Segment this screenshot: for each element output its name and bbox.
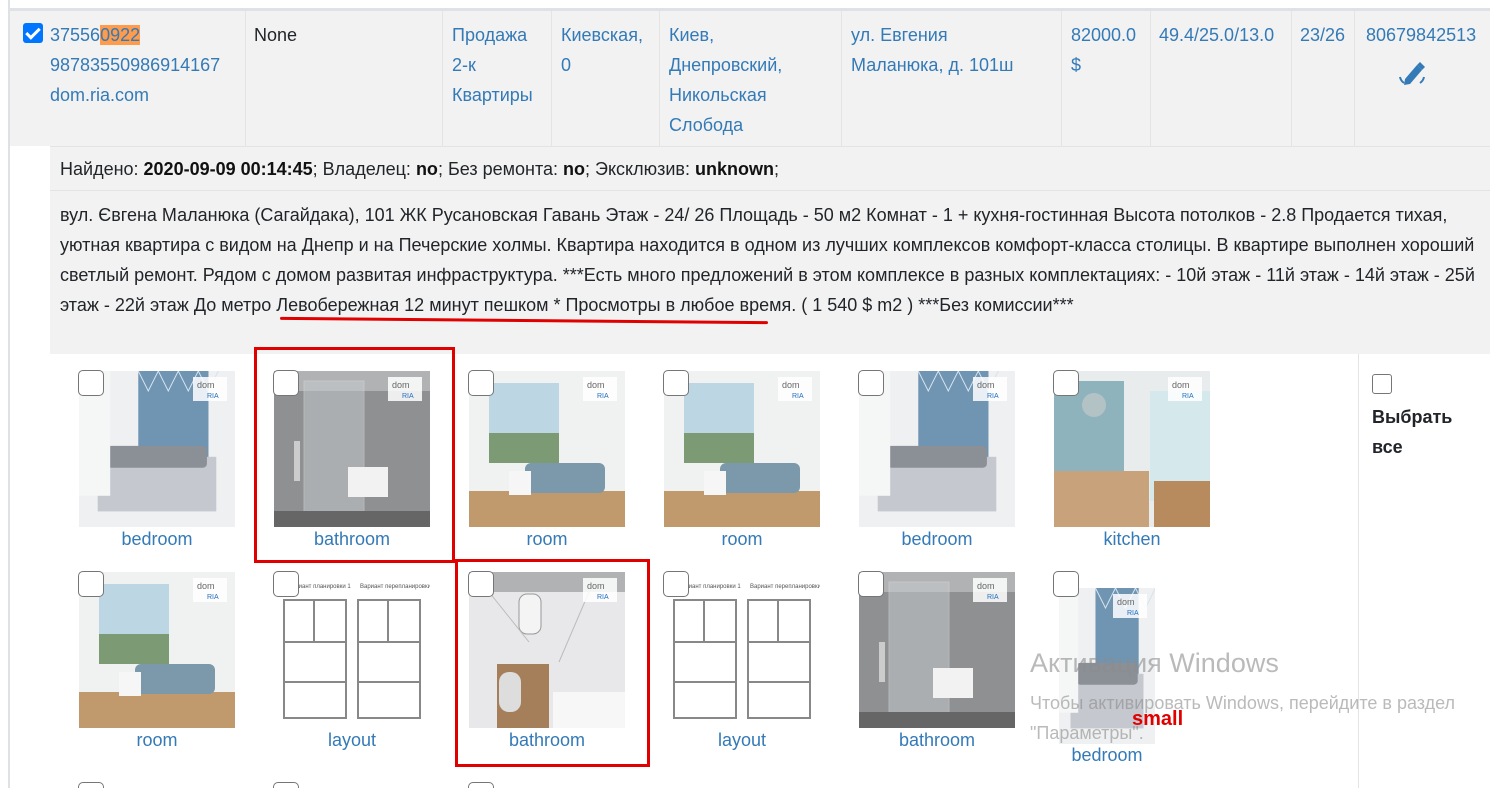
photo-caption[interactable]: room bbox=[79, 730, 235, 751]
listing-none-cell: None bbox=[246, 11, 443, 146]
floor-cell: 23/26 bbox=[1292, 11, 1355, 146]
svg-text:dom: dom bbox=[197, 380, 215, 390]
photo-checkbox[interactable] bbox=[663, 370, 689, 396]
windows-activation-text: Чтобы активировать Windows, перейдите в … bbox=[1030, 693, 1456, 743]
exclusive-value: unknown bbox=[695, 159, 774, 179]
exclusive-label: ; Эксклюзив: bbox=[585, 159, 695, 179]
listing-row: 375560922 98783550986914167 dom.ria.com … bbox=[10, 11, 1490, 146]
street-line-2[interactable]: Маланюка, д. 101ш bbox=[851, 50, 1061, 80]
photo-checkbox[interactable] bbox=[858, 370, 884, 396]
photo-caption[interactable]: bedroom bbox=[859, 529, 1015, 550]
photo-caption[interactable]: room bbox=[664, 529, 820, 550]
photo-checkbox-next-row[interactable] bbox=[273, 782, 299, 788]
photo-caption[interactable]: layout bbox=[664, 730, 820, 751]
listing-id-prefix[interactable]: 37556 bbox=[50, 25, 100, 45]
photo-checkbox[interactable] bbox=[1053, 571, 1079, 597]
renovation-label: ; Без ремонта: bbox=[437, 159, 564, 179]
city-line-3[interactable]: Никольская bbox=[669, 80, 841, 110]
photo-checkbox-next-row[interactable] bbox=[78, 782, 104, 788]
street-cell: ул. Евгения Маланюка, д. 101ш bbox=[842, 11, 1062, 146]
svg-text:RIA: RIA bbox=[987, 393, 999, 400]
svg-text:RIA: RIA bbox=[597, 393, 609, 400]
street-line-1[interactable]: ул. Евгения bbox=[851, 20, 1061, 50]
svg-text:dom: dom bbox=[782, 380, 800, 390]
svg-text:dom: dom bbox=[587, 380, 605, 390]
photo-caption[interactable]: kitchen bbox=[1054, 529, 1210, 550]
photo-checkbox[interactable] bbox=[273, 571, 299, 597]
area-cell: 49.4/25.0/13.0 bbox=[1151, 11, 1292, 146]
small-red-label: small bbox=[1132, 708, 1184, 730]
city-line-1[interactable]: Киев, bbox=[669, 20, 841, 50]
listing-id-cell: 375560922 98783550986914167 dom.ria.com bbox=[50, 11, 246, 146]
photo-checkbox[interactable] bbox=[78, 370, 104, 396]
svg-text:Вариант перепланировки 2: Вариант перепланировки 2 bbox=[360, 584, 430, 590]
photo-checkbox[interactable] bbox=[78, 571, 104, 597]
svg-text:RIA: RIA bbox=[792, 393, 804, 400]
svg-text:dom: dom bbox=[1172, 380, 1190, 390]
found-end: ; bbox=[774, 159, 780, 179]
photo-checkbox[interactable] bbox=[858, 571, 884, 597]
found-label: Найдено: bbox=[60, 159, 144, 179]
photo-checkbox[interactable] bbox=[1053, 370, 1079, 396]
photo-caption[interactable]: bedroom bbox=[79, 529, 235, 550]
listing-id-highlight[interactable]: 0922 bbox=[100, 25, 141, 45]
photo-caption[interactable]: bedroom bbox=[1054, 745, 1160, 766]
photo-checkbox[interactable] bbox=[468, 370, 494, 396]
city-cell: Киев, Днепровский, Никольская Слобода bbox=[660, 11, 842, 146]
photo-caption[interactable]: room bbox=[469, 529, 625, 550]
listing-checkbox[interactable] bbox=[23, 23, 43, 43]
select-all-line-1: Выбрать bbox=[1372, 407, 1453, 427]
renovation-value: no bbox=[563, 159, 586, 179]
svg-text:RIA: RIA bbox=[987, 594, 999, 601]
city-line-4[interactable]: Слобода bbox=[669, 110, 841, 140]
edit-pencil-icon[interactable] bbox=[1395, 59, 1429, 96]
price-currency[interactable]: $ bbox=[1071, 50, 1150, 80]
floor-value[interactable]: 23/26 bbox=[1300, 20, 1354, 50]
svg-text:dom: dom bbox=[1117, 597, 1135, 607]
owner-value: no bbox=[415, 159, 438, 179]
area-value[interactable]: 49.4/25.0/13.0 bbox=[1159, 20, 1291, 50]
page: 375560922 98783550986914167 dom.ria.com … bbox=[0, 0, 1506, 788]
photo-checkbox-next-row[interactable] bbox=[468, 782, 494, 788]
city-line-2[interactable]: Днепровский, bbox=[669, 50, 841, 80]
select-all-line-2: все bbox=[1372, 437, 1403, 457]
region-line-1[interactable]: Киевская, bbox=[561, 20, 659, 50]
found-info-row: Найдено: 2020-09-09 00:14:45; Владелец: … bbox=[50, 146, 1490, 190]
description-text: вул. Євгена Маланюка (Сагайдака), 101 ЖК… bbox=[60, 205, 1475, 315]
found-value: 2020-09-09 00:14:45 bbox=[143, 159, 313, 179]
photo-caption[interactable]: layout bbox=[274, 730, 430, 751]
listing-id-rest[interactable]: 98783550986914167 bbox=[50, 50, 245, 80]
region-cell: Киевская, 0 bbox=[552, 11, 660, 146]
svg-text:RIA: RIA bbox=[1127, 610, 1139, 617]
svg-text:dom: dom bbox=[977, 581, 995, 591]
red-box-annotation-2 bbox=[455, 559, 650, 767]
none-text: None bbox=[254, 25, 298, 45]
phone-cell: 80679842513 bbox=[1355, 11, 1490, 146]
price-value[interactable]: 82000.0 bbox=[1071, 20, 1150, 50]
region-line-2[interactable]: 0 bbox=[561, 50, 659, 80]
deal-line-3[interactable]: Квартиры bbox=[452, 80, 551, 110]
price-cell: 82000.0 $ bbox=[1062, 11, 1151, 146]
svg-text:RIA: RIA bbox=[207, 393, 219, 400]
svg-text:RIA: RIA bbox=[1182, 393, 1194, 400]
windows-activation-title: Активация Windows bbox=[1030, 648, 1279, 678]
listing-source-link[interactable]: dom.ria.com bbox=[50, 80, 245, 110]
deal-line-1[interactable]: Продажа bbox=[452, 20, 551, 50]
photo-checkbox[interactable] bbox=[663, 571, 689, 597]
svg-text:RIA: RIA bbox=[207, 594, 219, 601]
red-box-annotation-1 bbox=[254, 347, 455, 563]
owner-label: ; Владелец: bbox=[312, 159, 416, 179]
select-all-label[interactable]: Выбрать все bbox=[1372, 402, 1452, 462]
deal-cell: Продажа 2-к Квартиры bbox=[443, 11, 552, 146]
select-all-checkbox[interactable] bbox=[1372, 374, 1392, 394]
description-row: вул. Євгена Маланюка (Сагайдака), 101 ЖК… bbox=[50, 190, 1490, 354]
deal-line-2[interactable]: 2-к bbox=[452, 50, 551, 80]
phone-value[interactable]: 80679842513 bbox=[1366, 20, 1490, 50]
svg-text:Вариант перепланировки 2: Вариант перепланировки 2 bbox=[750, 584, 820, 590]
svg-text:dom: dom bbox=[197, 581, 215, 591]
svg-text:dom: dom bbox=[977, 380, 995, 390]
photo-caption[interactable]: bathroom bbox=[859, 730, 1015, 751]
